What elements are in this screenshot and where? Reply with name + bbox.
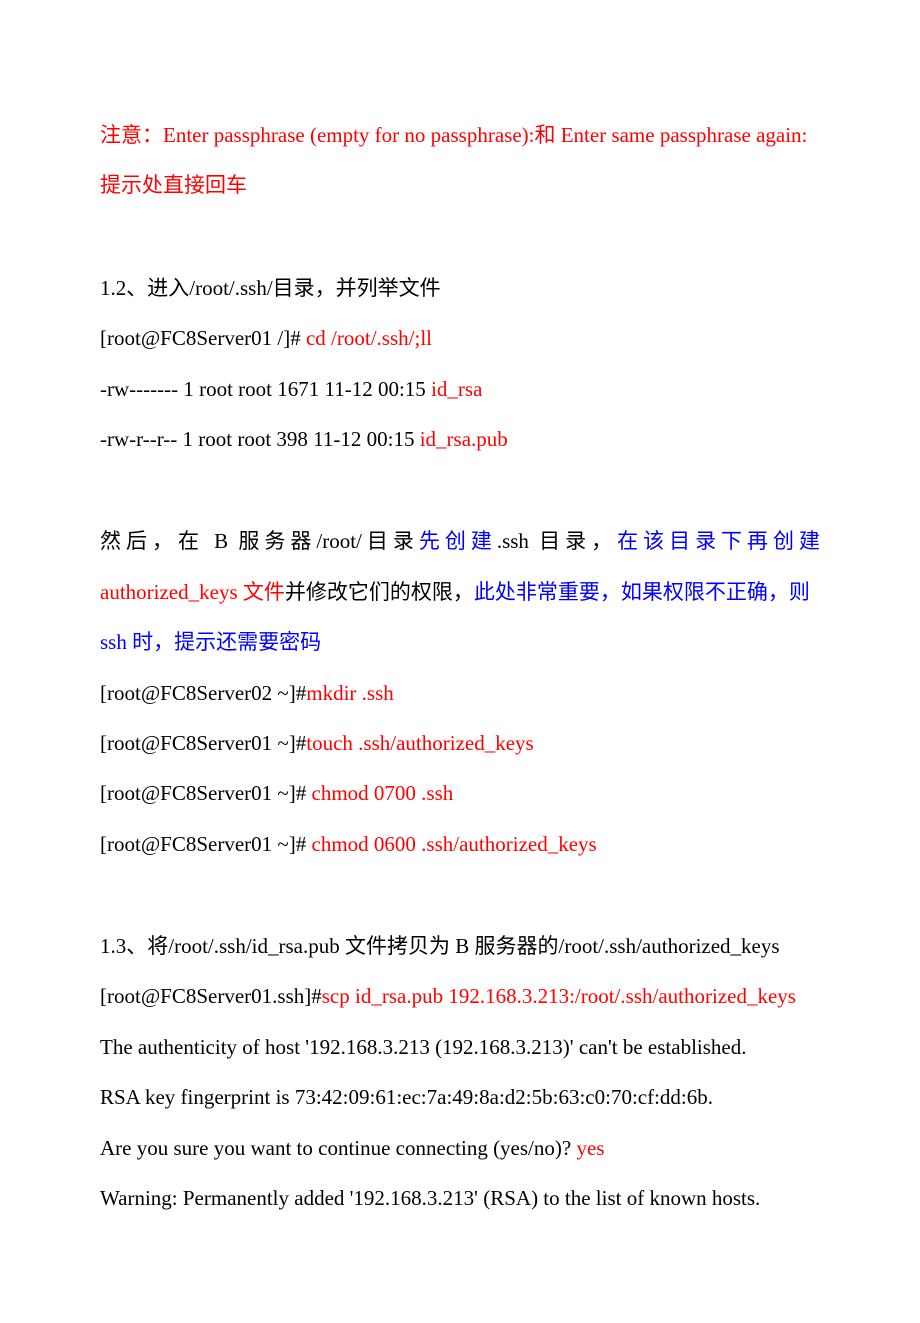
output-line: -rw------- 1 root root 1671 11-12 00:15 …	[100, 364, 820, 414]
prompt-text: [root@FC8Server01 ~]#	[100, 731, 306, 755]
input-text: yes	[576, 1136, 604, 1160]
body-text: 然后，在 B 服务器/root/目录	[100, 529, 419, 553]
filename-text: id_rsa	[431, 377, 482, 401]
command-text: mkdir .ssh	[306, 681, 394, 705]
note-block: 注意：Enter passphrase (empty for no passph…	[100, 110, 820, 211]
section-heading: 1.3、将/root/.ssh/id_rsa.pub 文件拷贝为 B 服务器的/…	[100, 921, 820, 971]
section-1-2: 1.2、进入/root/.ssh/目录，并列举文件 [root@FC8Serve…	[100, 263, 820, 465]
output-line: The authenticity of host '192.168.3.213 …	[100, 1022, 820, 1072]
output-line: RSA key fingerprint is 73:42:09:61:ec:7a…	[100, 1072, 820, 1122]
prompt-text: [root@FC8Server01 ~]#	[100, 781, 312, 805]
command-text: chmod 0600 .ssh/authorized_keys	[312, 832, 597, 856]
output-line: -rw-r--r-- 1 root root 398 11-12 00:15 i…	[100, 414, 820, 464]
output-line: Warning: Permanently added '192.168.3.21…	[100, 1173, 820, 1223]
prompt-text: [root@FC8Server01.ssh]#	[100, 984, 322, 1008]
output-text: -rw-r--r-- 1 root root 398 11-12 00:15	[100, 427, 420, 451]
prompt-text: [root@FC8Server02 ~]#	[100, 681, 306, 705]
section-heading: 1.2、进入/root/.ssh/目录，并列举文件	[100, 263, 820, 313]
instruction-block: 然后，在 B 服务器/root/目录先创建.ssh 目录，在该目录下再创建 au…	[100, 516, 820, 869]
highlight-text: 先创建	[419, 529, 497, 553]
body-text: 并修改它们的权限，	[285, 580, 474, 604]
command-text: chmod 0700 .ssh	[312, 781, 454, 805]
prompt-line: Are you sure you want to continue connec…	[100, 1123, 820, 1173]
body-text: .ssh 目录，	[497, 529, 617, 553]
highlight-text: authorized_keys 文件	[100, 580, 285, 604]
note-text: 注意：Enter passphrase (empty for no passph…	[100, 123, 807, 197]
command-line: [root@FC8Server01 ~]#touch .ssh/authoriz…	[100, 718, 820, 768]
instruction-line: 然后，在 B 服务器/root/目录先创建.ssh 目录，在该目录下再创建	[100, 516, 820, 566]
command-line: [root@FC8Server02 ~]#mkdir .ssh	[100, 668, 820, 718]
prompt-text: [root@FC8Server01 /]#	[100, 326, 306, 350]
output-text: -rw------- 1 root root 1671 11-12 00:15	[100, 377, 431, 401]
command-line: [root@FC8Server01 ~]# chmod 0700 .ssh	[100, 768, 820, 818]
section-1-3: 1.3、将/root/.ssh/id_rsa.pub 文件拷贝为 B 服务器的/…	[100, 921, 820, 1223]
command-text: cd /root/.ssh/;ll	[306, 326, 432, 350]
filename-text: id_rsa.pub	[420, 427, 508, 451]
command-line: [root@FC8Server01 ~]# chmod 0600 .ssh/au…	[100, 819, 820, 869]
command-line: [root@FC8Server01 /]# cd /root/.ssh/;ll	[100, 313, 820, 363]
prompt-text: [root@FC8Server01 ~]#	[100, 832, 312, 856]
command-text: scp id_rsa.pub 192.168.3.213:/root/.ssh/…	[322, 984, 796, 1008]
command-line: [root@FC8Server01.ssh]#scp id_rsa.pub 19…	[100, 971, 820, 1021]
instruction-line: authorized_keys 文件并修改它们的权限，此处非常重要，如果权限不正…	[100, 567, 820, 668]
prompt-text: Are you sure you want to continue connec…	[100, 1136, 576, 1160]
command-text: touch .ssh/authorized_keys	[306, 731, 533, 755]
highlight-text: 在该目录下再创建	[617, 529, 820, 553]
document-page: 注意：Enter passphrase (empty for no passph…	[0, 0, 920, 1323]
